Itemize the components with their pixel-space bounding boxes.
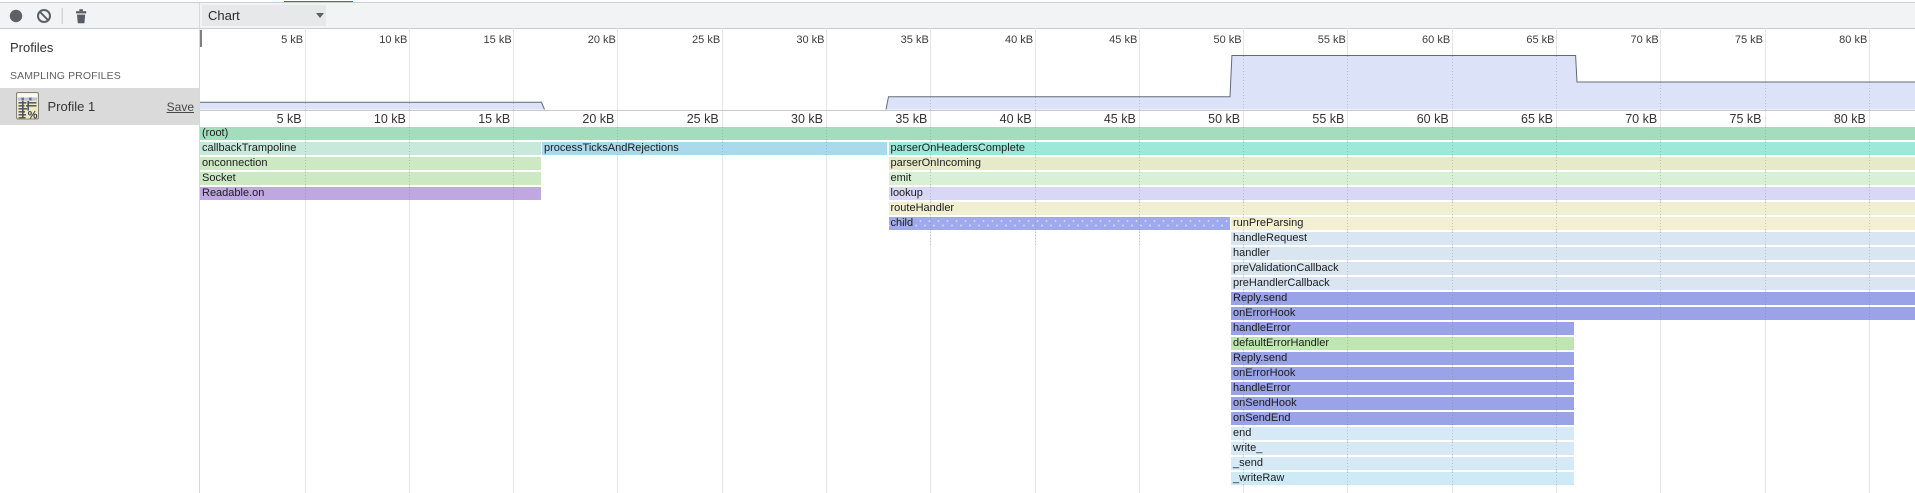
svg-text:%: %	[28, 110, 38, 121]
